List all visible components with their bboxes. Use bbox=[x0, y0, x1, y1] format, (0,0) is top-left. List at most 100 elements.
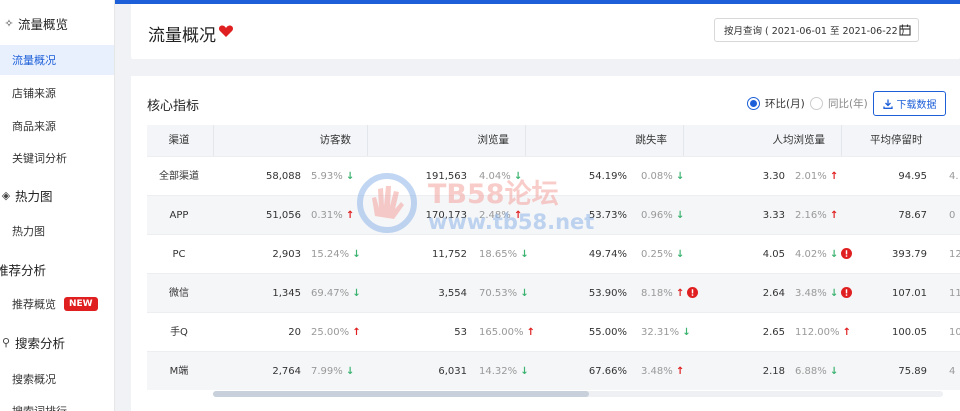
bounce-change: 8.18% ↑ bbox=[641, 274, 699, 313]
header-bounce-rate: 跳失率 bbox=[525, 125, 683, 156]
sidebar-item-label: 流量概况 bbox=[12, 54, 56, 67]
arrow-down-icon: ↓ bbox=[352, 249, 361, 260]
stay-value: 107.01 bbox=[892, 288, 927, 299]
change-percent: 7.99% bbox=[311, 366, 346, 377]
views-value: 6,031 bbox=[438, 366, 467, 377]
warning-icon[interactable] bbox=[841, 287, 853, 298]
bounce-change: 0.25% ↓ bbox=[641, 235, 684, 274]
change-percent: 0.31% bbox=[311, 210, 346, 221]
sidebar-group-heatmap[interactable]: ◈ 热力图 bbox=[0, 180, 53, 210]
arrow-up-icon: ↑ bbox=[345, 210, 355, 221]
radio-year-over-year[interactable]: 同比(年) bbox=[810, 96, 868, 111]
avg-change: 112.00% ↑ bbox=[795, 313, 851, 352]
channel-name: 手Q bbox=[170, 327, 188, 338]
bounce-value: 49.74% bbox=[588, 249, 627, 260]
calendar-icon bbox=[899, 24, 911, 36]
sidebar-group-label: 推荐分析 bbox=[0, 262, 47, 278]
avg-value: 2.65 bbox=[762, 327, 785, 338]
sidebar-item-product-source[interactable]: 商品来源 bbox=[0, 111, 114, 141]
sidebar-item-traffic-overview[interactable]: 流量概况 bbox=[0, 45, 114, 75]
fire-icon: ◈ bbox=[1, 188, 11, 202]
change-percent: 6.88% bbox=[795, 366, 830, 377]
views-value: 11,752 bbox=[432, 249, 467, 260]
sidebar-item-heatmap[interactable]: 热力图 bbox=[0, 216, 114, 246]
sidebar-item-label: 热力图 bbox=[12, 225, 45, 238]
visitors-value: 2,764 bbox=[272, 366, 301, 377]
sidebar-group-label: 搜索分析 bbox=[15, 335, 66, 351]
radio-label: 环比(月) bbox=[765, 98, 805, 110]
views-change: 70.53% ↓ bbox=[479, 274, 529, 313]
sidebar-item-label: 商品来源 bbox=[12, 120, 56, 133]
sidebar-item-label: 推荐概览 bbox=[12, 298, 56, 311]
visitors-value: 58,088 bbox=[266, 171, 301, 182]
warning-icon[interactable] bbox=[841, 248, 853, 259]
visitors-change: 7.99% ↓ bbox=[311, 352, 354, 391]
views-value: 191,563 bbox=[425, 171, 467, 182]
views-change: 2.48% ↑ bbox=[479, 196, 522, 235]
change-percent: 4.02% bbox=[795, 249, 830, 260]
sidebar-item-keyword-analysis[interactable]: 关键词分析 bbox=[0, 143, 114, 173]
change-percent: 2.48% bbox=[479, 210, 514, 221]
change-percent: 4.04% bbox=[479, 171, 514, 182]
header-card: 流量概况 按月查询 ( 2021-06-01 至 2021-06-22 ) bbox=[131, 4, 960, 59]
radio-label: 同比(年) bbox=[828, 98, 868, 110]
download-data-button[interactable]: 下载数据 bbox=[873, 91, 946, 116]
warning-icon[interactable] bbox=[687, 287, 699, 298]
new-badge: NEW bbox=[64, 297, 98, 311]
sidebar-group-traffic[interactable]: ✧ 流量概览 bbox=[2, 8, 68, 38]
arrow-down-icon: ↓ bbox=[520, 366, 529, 377]
sidebar-item-search-ranking[interactable]: 搜索词排行 bbox=[0, 396, 114, 411]
arrow-up-icon: ↑ bbox=[675, 366, 685, 377]
change-percent: 3.48% bbox=[641, 366, 676, 377]
sidebar-item-recommend-overview[interactable]: 推荐概览 NEW bbox=[0, 289, 114, 319]
sidebar-item-search-overview[interactable]: 搜索概况 bbox=[0, 364, 114, 394]
stay-change: 11 bbox=[949, 288, 960, 299]
stay-change: 4. bbox=[949, 171, 959, 182]
heart-icon bbox=[218, 25, 234, 37]
scrollbar-thumb[interactable] bbox=[213, 391, 589, 397]
date-range-text: 按月查询 ( 2021-06-01 至 2021-06-22 ) bbox=[724, 26, 905, 37]
arrow-down-icon: ↓ bbox=[829, 366, 839, 377]
stay-value: 393.79 bbox=[892, 249, 927, 260]
views-value: 170,173 bbox=[425, 210, 467, 221]
arrow-down-icon: ↓ bbox=[520, 288, 529, 299]
sidebar-group-search[interactable]: ⚲ 搜索分析 bbox=[0, 327, 65, 357]
visitors-change: 25.00% ↑ bbox=[311, 313, 361, 352]
stay-change: 109 bbox=[949, 327, 960, 338]
avg-value: 3.33 bbox=[762, 210, 785, 221]
change-percent: 112.00% bbox=[795, 327, 843, 338]
change-percent: 69.47% bbox=[311, 288, 353, 299]
bounce-value: 53.73% bbox=[588, 210, 627, 221]
channel-name: M端 bbox=[169, 366, 189, 377]
channel-name: APP bbox=[169, 210, 189, 221]
arrow-up-icon: ↑ bbox=[352, 327, 361, 338]
header-avg-stay: 平均停留时 bbox=[841, 125, 960, 156]
views-value: 53 bbox=[454, 327, 467, 338]
metrics-table: 渠道 访客数 浏览量 跳失率 人均浏览量 平均停留时 全部渠道 58,088 5.9… bbox=[147, 125, 960, 395]
arrow-down-icon: ↓ bbox=[352, 288, 361, 299]
views-change: 18.65% ↓ bbox=[479, 235, 529, 274]
channel-name: PC bbox=[172, 249, 186, 260]
sidebar-group-recommend[interactable]: 推荐分析 bbox=[0, 254, 46, 284]
sidebar-item-label: 搜索词排行 bbox=[12, 403, 67, 411]
visitors-change: 15.24% ↓ bbox=[311, 235, 361, 274]
change-percent: 8.18% bbox=[641, 288, 676, 299]
table-row: M端 2,764 7.99% ↓ 6,031 14.32% ↓ 67.66% 3.48% ↑… bbox=[147, 351, 960, 390]
avg-change: 2.16% ↑ bbox=[795, 196, 838, 235]
stay-value: 75.89 bbox=[898, 366, 927, 377]
change-percent: 70.53% bbox=[479, 288, 521, 299]
views-change: 165.00% ↑ bbox=[479, 313, 535, 352]
channel-name: 全部渠道 bbox=[159, 171, 199, 182]
table-row: 手Q 20 25.00% ↑ 53 165.00% ↑ 55.00% 32.31% ↓ 2.6… bbox=[147, 312, 960, 351]
sidebar-item-shop-source[interactable]: 店铺来源 bbox=[0, 78, 114, 108]
bounce-change: 3.48% ↑ bbox=[641, 352, 684, 391]
horizontal-scrollbar[interactable] bbox=[213, 391, 943, 397]
change-percent: 0.96% bbox=[641, 210, 676, 221]
stay-change: 0 bbox=[949, 210, 956, 221]
sidebar: ✧ 流量概览 流量概况 店铺来源 商品来源 关键词分析 ◈ 热力图 热力图 推荐… bbox=[0, 0, 115, 411]
card-title: 核心指标 bbox=[147, 99, 200, 114]
radio-month-over-month[interactable]: 环比(月) bbox=[747, 96, 805, 111]
avg-value: 2.64 bbox=[762, 288, 785, 299]
date-range-picker[interactable]: 按月查询 ( 2021-06-01 至 2021-06-22 ) bbox=[714, 18, 919, 42]
stay-value: 78.67 bbox=[898, 210, 927, 221]
